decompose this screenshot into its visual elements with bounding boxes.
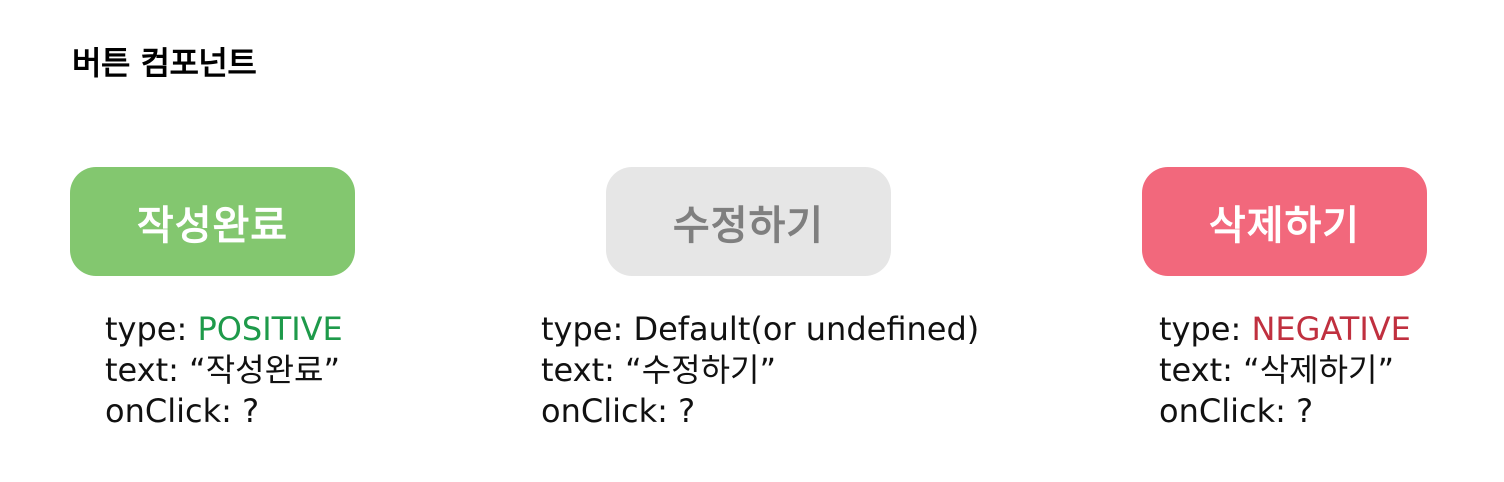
spec-text-value: “수정하기” xyxy=(625,351,777,389)
spec-onclick-key: onClick: xyxy=(541,392,668,430)
spec-onclick-key: onClick: xyxy=(1159,392,1286,430)
spec-type-key: type: xyxy=(1159,310,1242,348)
default-button-spec: type: Default(or undefined) text: “수정하기”… xyxy=(541,309,979,432)
default-button[interactable]: 수정하기 xyxy=(606,167,891,276)
spec-type-value: Default(or undefined) xyxy=(633,310,980,348)
spec-type-line: type: POSITIVE xyxy=(105,309,343,350)
spec-text-line: text: “삭제하기” xyxy=(1159,350,1411,391)
negative-button[interactable]: 삭제하기 xyxy=(1142,167,1427,276)
positive-button-spec: type: POSITIVE text: “작성완료” onClick: ? xyxy=(105,309,343,432)
spec-type-value: POSITIVE xyxy=(197,310,343,348)
spec-onclick-value: ? xyxy=(242,392,260,430)
spec-text-line: text: “작성완료” xyxy=(105,350,343,391)
spec-onclick-line: onClick: ? xyxy=(105,391,343,432)
spec-onclick-line: onClick: ? xyxy=(1159,391,1411,432)
positive-button[interactable]: 작성완료 xyxy=(70,167,355,276)
spec-text-key: text: xyxy=(1159,351,1233,389)
spec-type-value: NEGATIVE xyxy=(1251,310,1411,348)
spec-text-value: “삭제하기” xyxy=(1243,351,1395,389)
spec-text-line: text: “수정하기” xyxy=(541,350,979,391)
spec-text-key: text: xyxy=(105,351,179,389)
spec-type-line: type: NEGATIVE xyxy=(1159,309,1411,350)
spec-onclick-key: onClick: xyxy=(105,392,232,430)
negative-button-spec: type: NEGATIVE text: “삭제하기” onClick: ? xyxy=(1159,309,1411,432)
spec-onclick-line: onClick: ? xyxy=(541,391,979,432)
spec-text-value: “작성완료” xyxy=(189,351,341,389)
spec-text-key: text: xyxy=(541,351,615,389)
page-title: 버튼 컴포넌트 xyxy=(72,44,257,82)
spec-type-key: type: xyxy=(541,310,624,348)
spec-type-key: type: xyxy=(105,310,188,348)
spec-onclick-value: ? xyxy=(678,392,696,430)
spec-type-line: type: Default(or undefined) xyxy=(541,309,979,350)
spec-onclick-value: ? xyxy=(1296,392,1314,430)
